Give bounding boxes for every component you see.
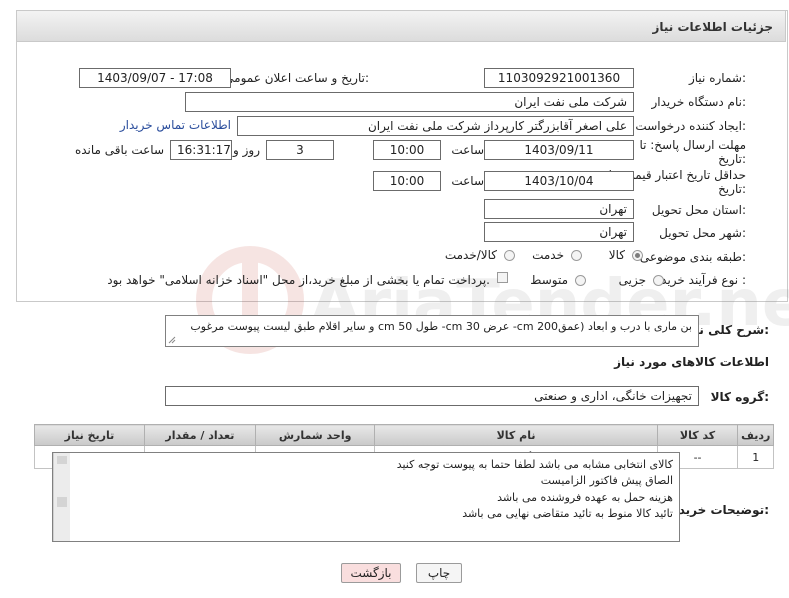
panel-header: جزئیات اطلاعات نیاز — [16, 10, 786, 42]
col-header-name: نام کالا — [374, 424, 658, 446]
need-number-field[interactable]: 1103092921001360 — [484, 68, 634, 88]
buyer-note-line-1: کالای انتخابی مشابه می باشد لطفا حتما به… — [396, 458, 673, 471]
announce-datetime-field[interactable]: 1403/09/07 - 17:08 — [79, 68, 231, 88]
process-radio-minor[interactable] — [653, 275, 664, 286]
buyer-notes-box[interactable]: کالای انتخابی مشابه می باشد لطفا حتما به… — [52, 452, 680, 542]
print-button[interactable]: چاپ — [416, 563, 462, 583]
process-radio-medium[interactable] — [575, 275, 586, 286]
scroll-up-icon[interactable] — [57, 456, 67, 464]
category-option-service: خدمت — [532, 248, 564, 262]
category-option-goods-service: کالا/خدمت — [444, 248, 497, 262]
process-option-minor: جزیی — [618, 273, 646, 287]
col-header-code: کد کالا — [656, 424, 739, 446]
remaining-time-field[interactable]: 16:31:17 — [170, 140, 232, 160]
buyer-org-field[interactable]: شرکت ملی نفت ایران — [185, 92, 634, 112]
general-description-text: بن ماری با درب و ابعاد (عمق200 cm- عرض 3… — [190, 320, 692, 333]
price-validity-time-field[interactable]: 10:00 — [373, 171, 441, 191]
category-radio-service[interactable] — [571, 250, 582, 261]
delivery-province-label: استان محل تحویل: — [651, 203, 746, 217]
category-option-goods: کالا — [608, 248, 625, 262]
delivery-province-field[interactable]: تهران — [484, 199, 634, 219]
resize-handle-icon[interactable] — [168, 336, 176, 344]
response-deadline-label: مهلت ارسال پاسخ: تا — [639, 138, 746, 152]
buyer-note-line-3: هزینه حمل به عهده فروشنده می باشد — [497, 491, 673, 504]
notes-scrollbar[interactable] — [53, 453, 70, 541]
price-validity-label-2: تاریخ: — [718, 182, 746, 196]
category-radio-goods-service[interactable] — [504, 250, 515, 261]
buyer-notes-label: توضیحات خریدار: — [667, 503, 769, 517]
need-number-label: شماره نیاز: — [688, 71, 746, 85]
announce-datetime-label: تاریخ و ساعت اعلان عمومی: — [224, 71, 369, 85]
buyer-org-label: نام دستگاه خریدار: — [651, 95, 747, 109]
page-title: جزئیات اطلاعات نیاز — [652, 20, 773, 34]
col-header-unit: واحد شمارش — [254, 424, 376, 446]
goods-group-label: گروه کالا: — [710, 390, 769, 404]
category-radio-goods[interactable] — [632, 250, 643, 261]
general-description-field[interactable]: بن ماری با درب و ابعاد (عمق200 cm- عرض 3… — [165, 315, 699, 347]
remaining-time-label: ساعت باقی مانده — [74, 143, 164, 157]
cell-row-num: 1 — [737, 445, 774, 469]
delivery-city-label: شهر محل تحویل: — [659, 226, 746, 240]
requester-label: ایجاد کننده درخواست: — [635, 119, 746, 133]
buyer-note-line-4: تائید کالا منوط به تائید متقاضی نهایی می… — [462, 507, 673, 520]
scroll-thumb[interactable] — [57, 497, 67, 507]
response-days-field[interactable]: 3 — [266, 140, 334, 160]
response-time-field[interactable]: 10:00 — [373, 140, 441, 160]
goods-group-field[interactable]: تجهیزات خانگی، اداری و صنعتی — [165, 386, 699, 406]
goods-info-title: اطلاعات کالاهای مورد نیاز — [614, 355, 769, 369]
back-button[interactable]: بازگشت — [341, 563, 401, 583]
response-days-label: روز و — [233, 143, 260, 157]
treasury-payment-note: پرداخت تمام یا بخشی از مبلغ خرید،از محل … — [107, 273, 490, 287]
col-header-date: تاریخ نیاز — [34, 424, 145, 446]
response-deadline-label-2: تاریخ: — [718, 152, 746, 166]
buyer-note-line-2: الصاق پیش فاکتور الزامیست — [540, 474, 673, 487]
col-header-row-num: ردیف — [737, 424, 774, 446]
category-label: طبقه بندی موضوعی: — [639, 250, 746, 264]
response-date-field[interactable]: 1403/09/11 — [484, 140, 634, 160]
buyer-contact-link[interactable]: اطلاعات تماس خریدار — [120, 118, 231, 132]
delivery-city-field[interactable]: تهران — [484, 222, 634, 242]
price-validity-time-label: ساعت — [451, 174, 484, 188]
price-validity-date-field[interactable]: 1403/10/04 — [484, 171, 634, 191]
treasury-payment-checkbox[interactable] — [497, 272, 508, 283]
process-option-medium: متوسط — [530, 273, 568, 287]
table-header-row: ردیف کد کالا نام کالا واحد شمارش تعداد /… — [34, 424, 774, 446]
col-header-quantity: تعداد / مقدار — [143, 424, 256, 446]
response-time-label: ساعت — [451, 143, 484, 157]
purchase-process-label: نوع فرآیند خرید : — [661, 273, 746, 287]
requester-field[interactable]: علی اصغر آقابزرگتر کارپرداز شرکت ملی نفت… — [237, 116, 634, 136]
